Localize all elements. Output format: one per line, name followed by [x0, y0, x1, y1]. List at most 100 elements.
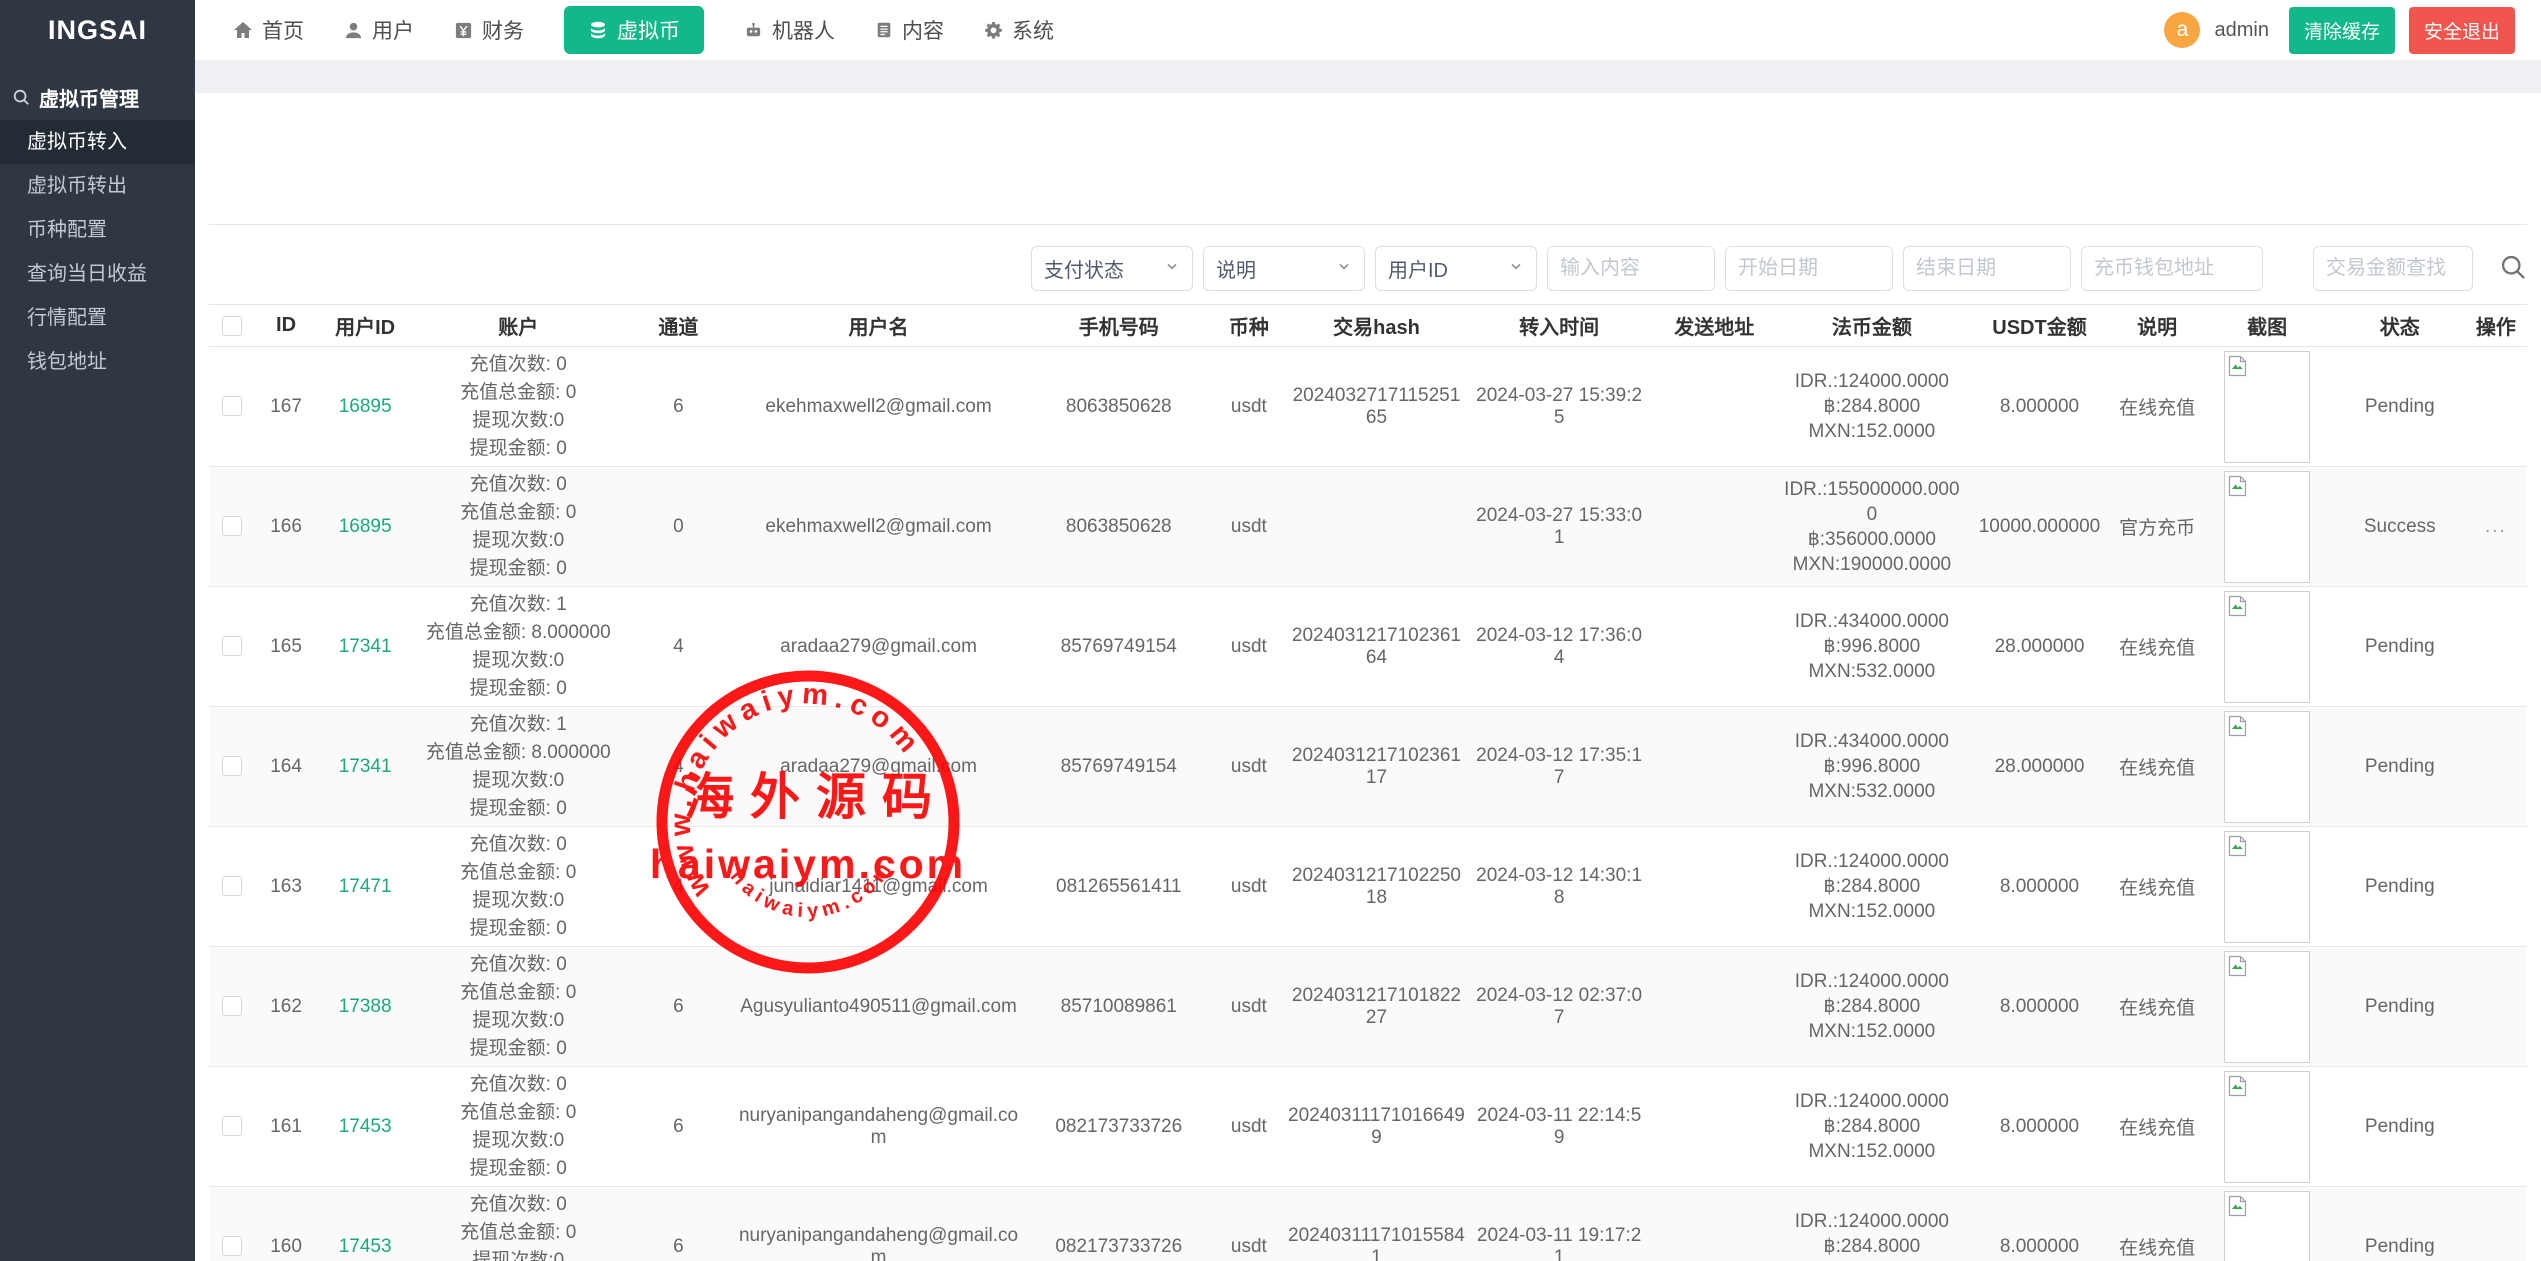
status: Pending	[2365, 1236, 2435, 1257]
row-checkbox[interactable]	[222, 756, 242, 776]
home-icon	[233, 20, 253, 40]
amount-search-input[interactable]	[2313, 246, 2473, 291]
user-id-link[interactable]: 17453	[339, 1236, 392, 1257]
channel: 4	[673, 756, 684, 777]
row-id: 162	[270, 996, 302, 1017]
select-all-checkbox[interactable]	[222, 316, 242, 336]
fiat-amounts: IDR.:124000.0000฿:284.8000MXN:152.0000	[1783, 369, 1960, 444]
row-checkbox[interactable]	[222, 516, 242, 536]
deposit-time: 2024-03-27 15:33:01	[1476, 505, 1642, 548]
table-row: 16217388充值次数: 0充值总金额: 0提现次数:0提现金额: 06Agu…	[209, 947, 2527, 1067]
nav-item-label: 虚拟币	[617, 15, 680, 45]
usdt-amount: 8.000000	[2000, 1116, 2079, 1137]
fiat-amounts: IDR.:124000.0000฿:284.8000MXN:152.0000	[1783, 1209, 1960, 1261]
note: 在线充值	[2119, 1238, 2195, 1259]
row-checkbox[interactable]	[222, 996, 242, 1016]
coin: usdt	[1231, 996, 1267, 1017]
sidebar-item[interactable]: 虚拟币转入	[0, 120, 195, 164]
broken-image-icon	[2228, 475, 2248, 503]
user-id-link[interactable]: 17453	[339, 1116, 392, 1137]
column-header: 状态	[2335, 305, 2465, 347]
channel: 4	[673, 876, 684, 897]
avatar[interactable]: a	[2164, 12, 2200, 48]
row-id: 160	[270, 1236, 302, 1257]
nav-item-finance[interactable]: 财务	[454, 15, 524, 45]
user-id-link[interactable]: 16895	[339, 516, 392, 537]
user-icon	[344, 21, 363, 40]
tx-hash: 202403121710225018	[1292, 865, 1461, 908]
coin: usdt	[1231, 1236, 1267, 1257]
note-select[interactable]: 说明	[1203, 246, 1365, 291]
user-id-link[interactable]: 16895	[339, 396, 392, 417]
fiat-amounts: IDR.:124000.0000฿:284.8000MXN:152.0000	[1783, 1089, 1960, 1164]
status: Pending	[2365, 396, 2435, 417]
sidebar-item[interactable]: 行情配置	[0, 296, 195, 340]
table-row: 16417341充值次数: 1充值总金额: 8.000000提现次数:0提现金额…	[209, 707, 2527, 827]
username: junaidiar1411@gmail.com	[769, 876, 988, 897]
logout-button[interactable]: 安全退出	[2409, 7, 2515, 54]
fiat-amounts: IDR.:155000000.0000฿:356000.0000MXN:1900…	[1783, 477, 1960, 577]
start-date-input[interactable]	[1725, 246, 1893, 291]
user-id-link[interactable]: 17341	[339, 636, 392, 657]
topnav: 首页 用户 财务 虚拟币 机器人 内容 系统	[233, 6, 1094, 54]
wallet-address-input[interactable]	[2081, 246, 2263, 291]
nav-item-user[interactable]: 用户	[344, 15, 414, 45]
user-id-link[interactable]: 17388	[339, 996, 392, 1017]
usdt-amount: 8.000000	[2000, 876, 2079, 897]
row-checkbox[interactable]	[222, 1236, 242, 1256]
coin: usdt	[1231, 1116, 1267, 1137]
pay-status-select-label: 支付状态	[1044, 254, 1124, 283]
user-id-link[interactable]: 17341	[339, 756, 392, 777]
sidebar-item[interactable]: 钱包地址	[0, 340, 195, 384]
user-id-select[interactable]: 用户ID	[1375, 246, 1537, 291]
nav-item-coin[interactable]: 虚拟币	[564, 6, 704, 54]
row-checkbox[interactable]	[222, 876, 242, 896]
nav-item-robot[interactable]: 机器人	[744, 15, 835, 45]
clear-cache-button[interactable]: 清除缓存	[2289, 7, 2395, 54]
screenshot-thumbnail[interactable]	[2224, 1191, 2310, 1261]
tx-hash: 202403111710155841	[1288, 1225, 1465, 1261]
nav-item-label: 用户	[372, 15, 414, 45]
screenshot-thumbnail[interactable]	[2224, 351, 2310, 463]
row-actions[interactable]: ...	[2485, 516, 2507, 537]
column-header: 法币金额	[1779, 305, 1964, 347]
table-row: 16517341充值次数: 1充值总金额: 8.000000提现次数:0提现金额…	[209, 587, 2527, 707]
screenshot-thumbnail[interactable]	[2224, 831, 2310, 943]
status: Pending	[2365, 1116, 2435, 1137]
search-button[interactable]	[2499, 253, 2527, 284]
channel: 6	[673, 1236, 684, 1257]
table-body: 16716895充值次数: 0充值总金额: 0提现次数:0提现金额: 06eke…	[209, 347, 2527, 1261]
screenshot-thumbnail[interactable]	[2224, 711, 2310, 823]
row-checkbox[interactable]	[222, 1116, 242, 1136]
nav-item-gear[interactable]: 系统	[984, 15, 1054, 45]
account-stats: 充值次数: 0充值总金额: 0提现次数:0提现金额: 0	[417, 831, 619, 943]
phone: 85710089861	[1061, 996, 1177, 1017]
row-checkbox[interactable]	[222, 636, 242, 656]
status: Pending	[2365, 996, 2435, 1017]
column-header: 交易hash	[1284, 305, 1469, 347]
screenshot-thumbnail[interactable]	[2224, 1071, 2310, 1183]
table-row: 16716895充值次数: 0充值总金额: 0提现次数:0提现金额: 06eke…	[209, 347, 2527, 467]
coin: usdt	[1231, 516, 1267, 537]
pay-status-select[interactable]: 支付状态	[1031, 246, 1193, 291]
nav-item-home[interactable]: 首页	[233, 15, 304, 45]
keyword-input[interactable]	[1547, 246, 1715, 291]
nav-item-label: 内容	[902, 15, 944, 45]
sidebar-item[interactable]: 虚拟币转出	[0, 164, 195, 208]
fiat-amounts: IDR.:124000.0000฿:284.8000MXN:152.0000	[1783, 969, 1960, 1044]
screenshot-thumbnail[interactable]	[2224, 951, 2310, 1063]
column-header: USDT金额	[1964, 305, 2114, 347]
chevron-down-icon	[1164, 257, 1180, 280]
end-date-input[interactable]	[1903, 246, 2071, 291]
nav-item-content[interactable]: 内容	[875, 15, 944, 45]
screenshot-thumbnail[interactable]	[2224, 471, 2310, 583]
user-id-link[interactable]: 17471	[339, 876, 392, 897]
sidebar-item[interactable]: 币种配置	[0, 208, 195, 252]
note: 在线充值	[2119, 998, 2195, 1019]
row-checkbox[interactable]	[222, 396, 242, 416]
sidebar-item[interactable]: 查询当日收益	[0, 252, 195, 296]
phone: 082173733726	[1055, 1116, 1182, 1137]
broken-image-icon	[2228, 715, 2248, 743]
sidebar-section-title: 虚拟币管理	[39, 83, 139, 112]
screenshot-thumbnail[interactable]	[2224, 591, 2310, 703]
